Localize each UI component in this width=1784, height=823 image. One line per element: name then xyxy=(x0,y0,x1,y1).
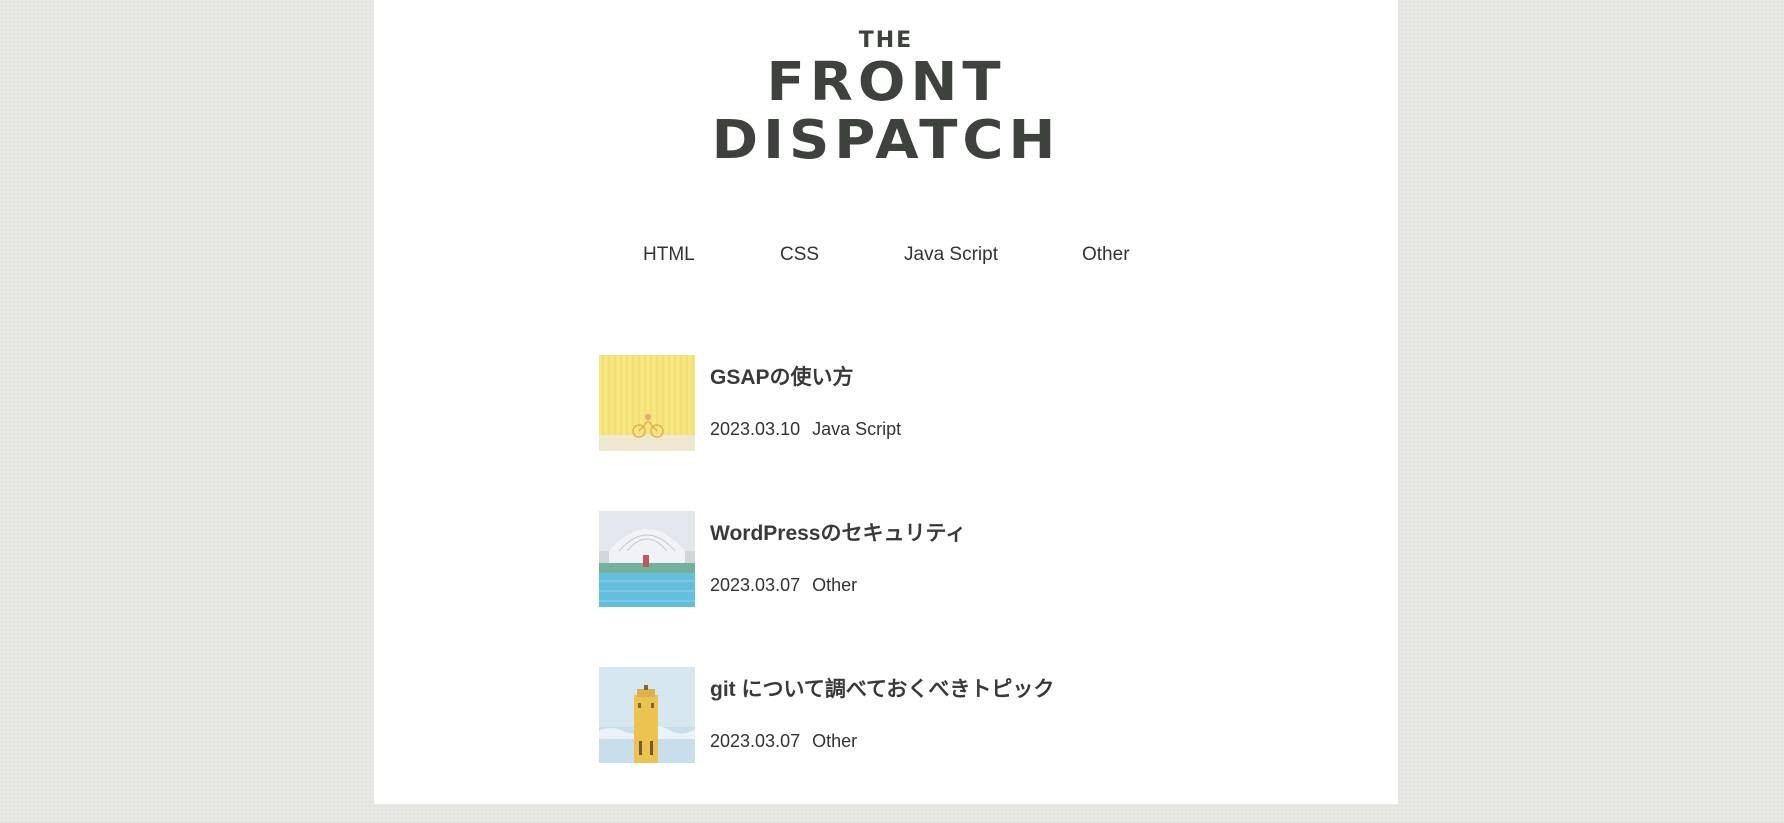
post-item[interactable]: GSAPの使い方 2023.03.10 Java Script xyxy=(599,355,1199,451)
post-meta: 2023.03.07 Other xyxy=(710,728,857,754)
post-category[interactable]: Other xyxy=(812,575,857,595)
post-thumbnail[interactable] xyxy=(599,511,695,607)
page-container: THE FRONT DISPATCH HTML CSS Java Script … xyxy=(374,0,1398,804)
post-meta: 2023.03.07 Other xyxy=(710,572,857,598)
yellow-tower-sky-image xyxy=(599,667,695,763)
post-category[interactable]: Other xyxy=(812,731,857,751)
post-thumbnail[interactable] xyxy=(599,667,695,763)
indoor-pool-hall-image xyxy=(599,511,695,607)
post-title[interactable]: GSAPの使い方 xyxy=(710,363,854,393)
post-category[interactable]: Java Script xyxy=(812,419,901,439)
logo-front: FRONT xyxy=(766,51,1006,114)
nav-item-css[interactable]: CSS xyxy=(780,240,819,270)
yellow-wall-bicycle-image xyxy=(599,355,695,451)
logo-dispatch: DISPATCH xyxy=(711,109,1061,172)
post-title[interactable]: git について調べておくべきトピック xyxy=(710,675,1054,705)
site-logo[interactable]: THE FRONT DISPATCH xyxy=(374,28,1398,170)
nav-item-html[interactable]: HTML xyxy=(643,240,695,270)
category-nav: HTML CSS Java Script Other xyxy=(374,240,1398,270)
post-thumbnail[interactable] xyxy=(599,355,695,451)
post-title[interactable]: WordPressのセキュリティ xyxy=(710,519,966,549)
post-date: 2023.03.07 xyxy=(710,575,801,595)
nav-item-other[interactable]: Other xyxy=(1082,240,1130,270)
post-date: 2023.03.07 xyxy=(710,731,801,751)
post-list: GSAPの使い方 2023.03.10 Java Script WordPres… xyxy=(599,355,1199,823)
logo-the: THE xyxy=(858,28,914,53)
post-item[interactable]: git について調べておくべきトピック 2023.03.07 Other xyxy=(599,667,1199,763)
post-item[interactable]: WordPressのセキュリティ 2023.03.07 Other xyxy=(599,511,1199,607)
nav-item-javascript[interactable]: Java Script xyxy=(904,240,998,270)
post-meta: 2023.03.10 Java Script xyxy=(710,416,901,442)
post-date: 2023.03.10 xyxy=(710,419,801,439)
